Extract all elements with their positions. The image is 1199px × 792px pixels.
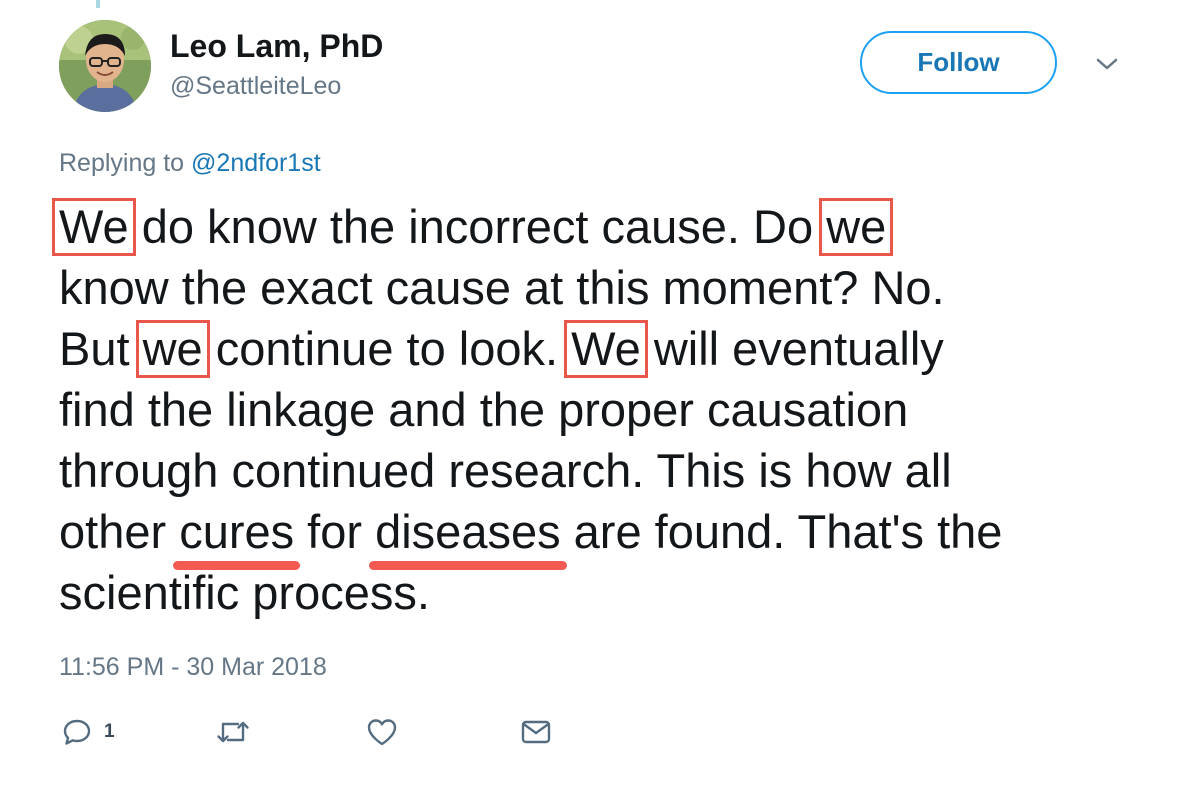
follow-button[interactable]: Follow [860, 31, 1057, 94]
tweet-line: find the linkage and the proper causatio… [59, 383, 909, 436]
heart-icon [367, 719, 397, 746]
reply-icon [63, 719, 91, 745]
tweet-text: We do know the incorrect cause. Do we kn… [52, 196, 1179, 623]
tweet-text-segment: for [294, 505, 376, 558]
reply-count: 1 [104, 721, 115, 742]
tweet-card: Leo Lam, PhD @SeattleiteLeo Follow Reply… [0, 0, 1199, 792]
chevron-down-icon[interactable] [1095, 56, 1119, 72]
direct-message-button[interactable] [520, 712, 552, 752]
tweet-timestamp[interactable]: 11:56 PM - 30 Mar 2018 [59, 650, 327, 684]
tweet-text-segment: other [59, 505, 180, 558]
tweet-line: scientific process. [59, 566, 430, 619]
like-button[interactable] [366, 712, 398, 752]
tweet-text-segment: do know the incorrect cause. Do [128, 200, 827, 253]
reply-mention-link[interactable]: @2ndfor1st [191, 149, 321, 177]
tweet-line: But we continue to look. We will eventua… [59, 318, 1179, 379]
profile-photo-icon [59, 20, 151, 112]
reply-button[interactable]: 1 [62, 712, 115, 752]
annotation-box-we: We [52, 198, 136, 256]
avatar[interactable] [59, 20, 151, 112]
display-name[interactable]: Leo Lam, PhD [170, 26, 383, 66]
replying-to: Replying to @2ndfor1st [59, 146, 321, 180]
tweet-text-segment: But [59, 322, 143, 375]
retweet-icon [217, 721, 249, 743]
tweet-line: through continued research. This is how … [59, 444, 952, 497]
user-handle[interactable]: @SeattleiteLeo [170, 70, 341, 102]
retweet-button[interactable] [216, 712, 250, 752]
tweet-text-segment: will eventually [640, 322, 944, 375]
tweet-text-segment: are found. That's the [560, 505, 1003, 558]
annotation-box-we: we [819, 198, 894, 256]
tweet-actions: 1 [62, 712, 582, 752]
tweet-line: know the exact cause at this moment? No. [59, 261, 945, 314]
tweet-text-segment: continue to look. [202, 322, 572, 375]
annotation-box-we: We [564, 320, 648, 378]
thread-connector-line [96, 0, 100, 8]
replying-to-label: Replying to [59, 149, 192, 177]
envelope-icon [521, 720, 551, 744]
annotation-underline-cures: cures [173, 501, 301, 570]
tweet-line: We do know the incorrect cause. Do we [52, 196, 1179, 257]
annotation-underline-diseases: diseases [369, 501, 567, 570]
tweet-line: other cures for diseases are found. That… [59, 501, 1179, 570]
annotation-box-we: we [135, 320, 210, 378]
